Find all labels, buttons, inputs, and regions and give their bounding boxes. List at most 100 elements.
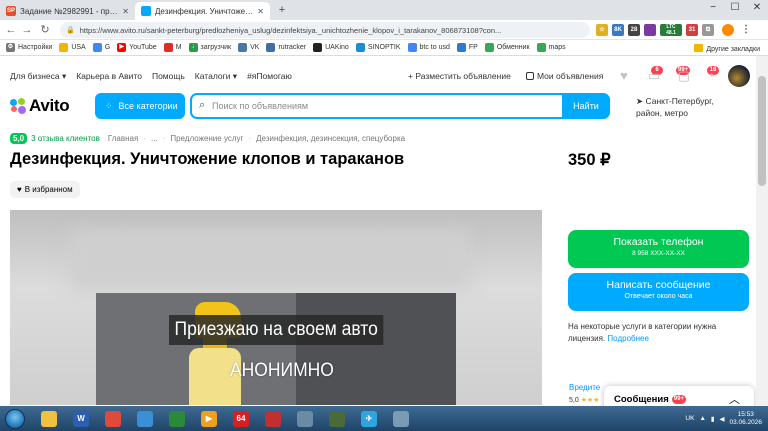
forward-icon[interactable]: → bbox=[20, 23, 34, 37]
bookmark-exchange[interactable]: Обменник bbox=[484, 43, 530, 52]
bookmark-youtube[interactable]: ▶ YouTube bbox=[117, 43, 157, 52]
taskbar-app-chrome[interactable] bbox=[98, 408, 128, 429]
bookmark-fp[interactable]: FP bbox=[456, 43, 478, 52]
taskbar-app-app-64[interactable]: 64 bbox=[226, 408, 256, 429]
tray-arrow-icon[interactable]: ▲ bbox=[699, 415, 705, 422]
new-tab-button[interactable]: + bbox=[276, 4, 288, 16]
show-phone-button[interactable]: Показать телефон 8 958 XXX-XX-XX bbox=[568, 230, 749, 268]
chat-icon[interactable]: ▢ bbox=[676, 68, 692, 84]
volume-icon[interactable]: ◀ bbox=[719, 415, 724, 423]
reload-icon[interactable]: ↻ bbox=[38, 23, 52, 37]
extension-icon[interactable]: 31 bbox=[686, 24, 698, 36]
taskbar-app-explorer[interactable] bbox=[34, 408, 64, 429]
extension-icon[interactable]: 8K bbox=[612, 24, 624, 36]
exchange-icon bbox=[484, 43, 494, 52]
page-scrollbar[interactable] bbox=[756, 56, 768, 406]
close-icon[interactable]: ✕ bbox=[122, 7, 129, 16]
taskbar-app-app-green[interactable] bbox=[162, 408, 192, 429]
bookmark-google[interactable]: G bbox=[92, 43, 110, 52]
nav-catalogs[interactable]: Каталоги ▾ bbox=[195, 71, 237, 82]
taskbar-app-word[interactable]: W bbox=[66, 408, 96, 429]
close-icon[interactable]: ✕ bbox=[257, 7, 264, 16]
bookmarks-bar: ⚙ Настройки USA G ▶ YouTube M ↓ загрузчик V… bbox=[0, 40, 768, 56]
bookmark-gmail[interactable]: M bbox=[163, 43, 182, 52]
taskbar-app-media-player[interactable]: ▶ bbox=[194, 408, 224, 429]
close-window-button[interactable]: ✕ bbox=[747, 2, 767, 13]
other-bookmarks[interactable]: Другие закладки bbox=[694, 44, 760, 53]
bookmark-usa[interactable]: USA bbox=[59, 43, 86, 52]
taskbar-app-app-dark[interactable] bbox=[322, 408, 352, 429]
bookmark-uakino[interactable]: UAKino bbox=[313, 43, 349, 52]
profile-icon[interactable] bbox=[722, 24, 734, 36]
back-icon[interactable]: ← bbox=[4, 23, 18, 37]
url-field[interactable]: 🔒 https://www.avito.ru/sankt-peterburg/p… bbox=[60, 22, 590, 38]
nav-business[interactable]: Для бизнеса ▾ bbox=[10, 71, 66, 82]
clock-time: 15:53 bbox=[737, 410, 754, 418]
license-more-link[interactable]: Подробнее bbox=[607, 334, 649, 343]
extension-icon[interactable]: 28 bbox=[628, 24, 640, 36]
avatar[interactable] bbox=[728, 65, 750, 87]
bookmark-rutracker[interactable]: rutracker bbox=[266, 43, 306, 52]
post-ad-link[interactable]: + Разместить объявление bbox=[408, 71, 511, 81]
windows-logo-icon bbox=[5, 408, 25, 429]
bell-icon[interactable]: ◔ bbox=[703, 68, 719, 84]
avito-logo[interactable]: Avito bbox=[10, 96, 70, 116]
listing-photo[interactable]: Приезжаю на своем авто АНОНИМНО bbox=[10, 210, 542, 405]
bookmark-maps[interactable]: maps bbox=[536, 43, 566, 52]
write-message-button[interactable]: Написать сообщение Отвечает около часа bbox=[568, 273, 749, 311]
clock[interactable]: 15:53 03.06.2026 bbox=[729, 411, 762, 427]
language-indicator[interactable]: UK bbox=[685, 415, 694, 422]
location-selector[interactable]: ➤ Санкт-Петербург, район, метро bbox=[636, 95, 714, 119]
taskbar-app-app-grey[interactable] bbox=[290, 408, 320, 429]
network-icon[interactable]: ▮ bbox=[711, 415, 715, 423]
taskbar-app-media[interactable] bbox=[130, 408, 160, 429]
bookmark-vk[interactable]: VK bbox=[238, 43, 259, 52]
nav-help[interactable]: Помощь bbox=[152, 71, 185, 82]
list-icon bbox=[526, 72, 534, 80]
taskbar-app-app-red[interactable] bbox=[258, 408, 288, 429]
uakino-icon bbox=[313, 43, 323, 52]
taskbar-app-telegram[interactable]: ✈ bbox=[354, 408, 384, 429]
ltc-rate-widget[interactable]: LTC 48.1 bbox=[660, 24, 682, 36]
app-grey-icon bbox=[297, 410, 313, 427]
tab-task[interactable]: SP Задание №2982991 - просмотр з ✕ bbox=[0, 2, 135, 20]
seller-name[interactable]: Вредите bbox=[569, 383, 600, 392]
minimize-button[interactable]: − bbox=[703, 2, 723, 13]
search-input[interactable] bbox=[212, 97, 552, 115]
ltc-value: 48.1 bbox=[666, 30, 676, 36]
start-button[interactable] bbox=[2, 406, 28, 431]
messenger-count: 99+ bbox=[671, 394, 686, 404]
tab-label: Задание №2982991 - просмотр з bbox=[20, 6, 119, 16]
extension-icon[interactable] bbox=[644, 24, 656, 36]
scrollbar-thumb[interactable] bbox=[758, 76, 766, 186]
heart-icon[interactable]: ♥ bbox=[616, 68, 632, 84]
breadcrumb-services[interactable]: Предложение услуг bbox=[170, 134, 243, 143]
menu-dots-icon[interactable]: ⋮ bbox=[740, 24, 752, 36]
find-button[interactable]: Найти bbox=[562, 93, 610, 119]
location-city: Санкт-Петербург, bbox=[645, 96, 714, 106]
bookmark-sinoptik[interactable]: SINOPTIK bbox=[355, 43, 401, 52]
nav-ihelp[interactable]: #яПомогаю bbox=[247, 71, 292, 82]
chevron-up-icon[interactable]: ︿ bbox=[729, 391, 740, 407]
in-favorites-button[interactable]: ♥ В избранном bbox=[10, 181, 80, 198]
maximize-button[interactable]: ☐ bbox=[725, 2, 745, 13]
address-bar-row: ← → ↻ 🔒 https://www.avito.ru/sankt-peter… bbox=[0, 20, 768, 40]
puzzle-icon[interactable]: ⧉ bbox=[702, 24, 714, 36]
all-categories-button[interactable]: ⁘ Все категории bbox=[95, 93, 185, 119]
reviews-link[interactable]: 3 отзыва клиентов bbox=[31, 134, 100, 143]
breadcrumb-disinfection[interactable]: Дезинфекция, дезинсекция, спецуборка bbox=[256, 134, 405, 143]
taskbar-app-window[interactable] bbox=[386, 408, 416, 429]
nav-career[interactable]: Карьера в Авито bbox=[76, 71, 142, 82]
messenger-label: Сообщения bbox=[614, 393, 669, 405]
download-icon: ↓ bbox=[188, 43, 198, 52]
cart-icon[interactable]: ▭ bbox=[646, 68, 662, 84]
breadcrumb-home[interactable]: Главная bbox=[108, 134, 138, 143]
extension-icon[interactable]: ☆ bbox=[596, 24, 608, 36]
breadcrumb-ellipsis[interactable]: ... bbox=[151, 134, 158, 143]
bookmark-downloader[interactable]: ↓ загрузчик bbox=[188, 43, 231, 52]
bookmark-settings[interactable]: ⚙ Настройки bbox=[6, 43, 52, 52]
fp-icon bbox=[456, 43, 466, 52]
tab-avito[interactable]: Дезинфекция. Уничтожение клоп ✕ bbox=[135, 2, 270, 20]
bookmark-btc[interactable]: btc to usd bbox=[407, 43, 450, 52]
my-ads-link[interactable]: Мои объявления bbox=[526, 71, 603, 81]
